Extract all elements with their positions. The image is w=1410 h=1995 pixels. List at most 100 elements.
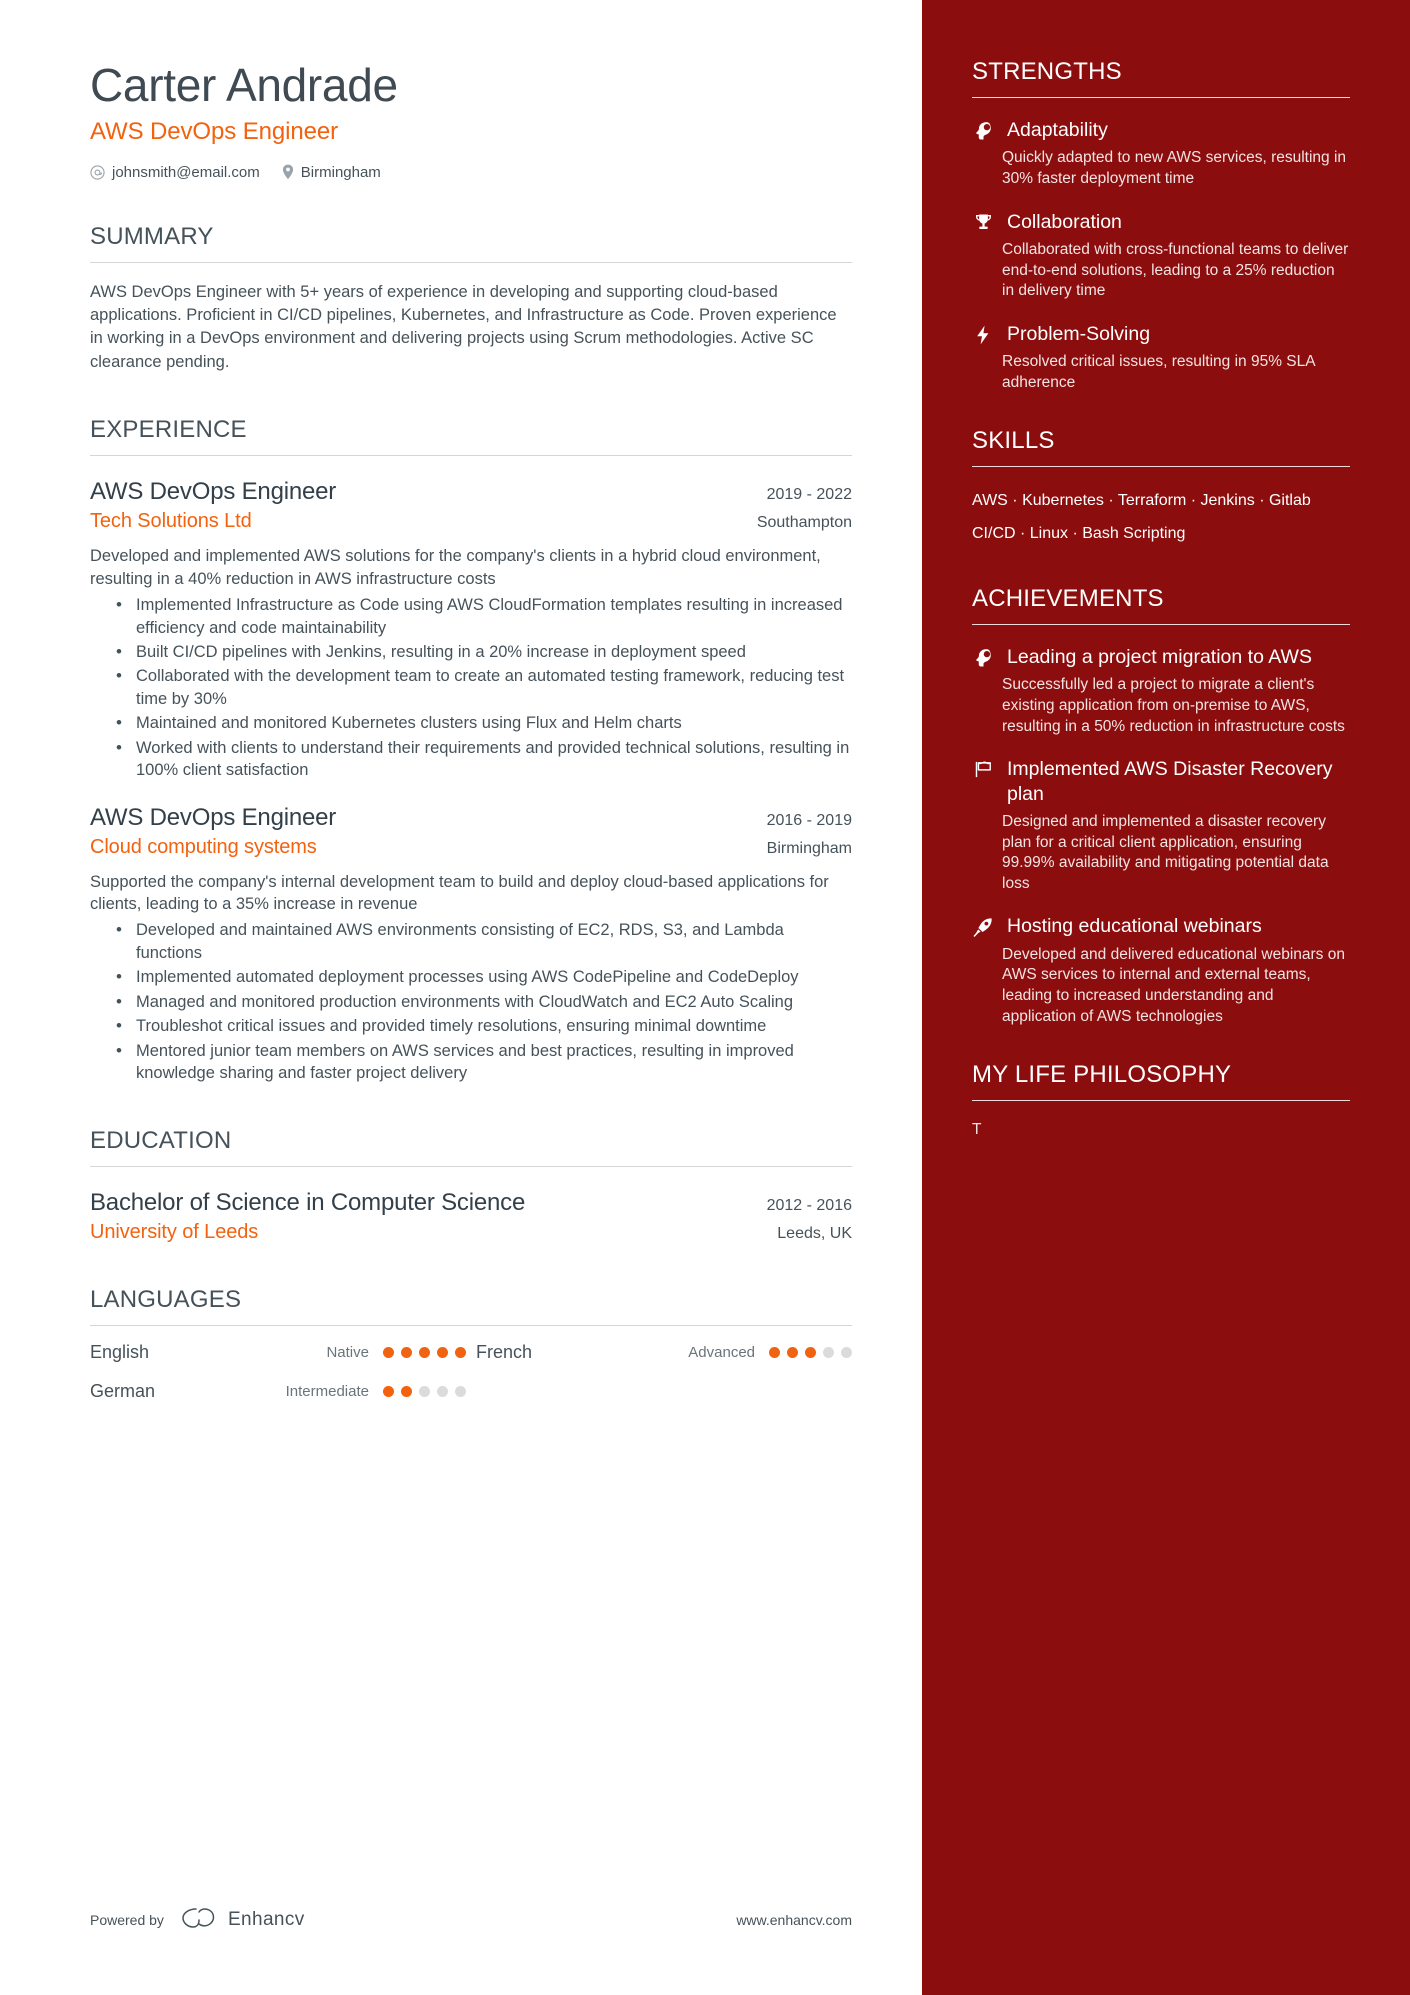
language-level: Native: [326, 1343, 369, 1361]
achievement-title: Implemented AWS Disaster Recovery plan: [1007, 758, 1333, 805]
experience-entry-sub: Tech Solutions Ltd Southampton: [90, 510, 852, 533]
strength-item-problem-solving: Problem-Solving: [972, 322, 1350, 346]
strength-item-adaptability: Adaptability: [972, 118, 1350, 142]
list-item: Developed and maintained AWS environment…: [114, 918, 852, 964]
rating-dot: [455, 1346, 466, 1358]
strength-description: Quickly adapted to new AWS services, res…: [1002, 149, 1347, 187]
education-entry: Bachelor of Science in Computer Science …: [90, 1189, 852, 1244]
enhancv-logo-icon: [180, 1906, 218, 1933]
contact-email[interactable]: johnsmith@email.com: [90, 164, 260, 181]
section-divider: [90, 261, 852, 263]
experience-entry: AWS DevOps Engineer 2016 - 2019 Cloud co…: [90, 804, 852, 1085]
education-entry-sub: University of Leeds Leeds, UK: [90, 1221, 852, 1244]
sidebar-divider: [972, 466, 1350, 468]
rating-dot: [419, 1385, 430, 1397]
language-item-german: German Intermediate: [90, 1381, 466, 1402]
section-languages: LANGUAGES English Native French Advanced…: [90, 1286, 852, 1402]
list-item: Managed and monitored production environ…: [114, 990, 852, 1014]
rating-dot: [419, 1346, 430, 1358]
achievement-item-disaster-recovery: Implemented AWS Disaster Recovery plan: [972, 757, 1350, 806]
lightbulb-head-icon: [972, 118, 994, 142]
rating-dot: [805, 1346, 816, 1358]
list-item: Implemented automated deployment process…: [114, 965, 852, 989]
map-pin-icon: [282, 164, 294, 180]
rating-dot: [841, 1346, 852, 1358]
email-at-icon: [90, 164, 105, 180]
experience-location: Southampton: [756, 514, 852, 532]
section-education: EDUCATION Bachelor of Science in Compute…: [90, 1127, 852, 1244]
experience-entry: AWS DevOps Engineer 2019 - 2022 Tech Sol…: [90, 478, 852, 781]
summary-text: AWS DevOps Engineer with 5+ years of exp…: [90, 282, 837, 371]
resume-page: Carter Andrade AWS DevOps Engineer johns…: [0, 0, 1410, 1995]
experience-job-title: AWS DevOps Engineer: [90, 478, 337, 506]
strength-body: Collaboration: [1007, 210, 1350, 234]
section-divider: [90, 455, 852, 457]
language-rating-dots: [769, 1346, 852, 1358]
rating-dot: [383, 1346, 394, 1358]
philosophy-heading: MY LIFE PHILOSOPHY: [972, 1061, 1232, 1089]
language-name: German: [90, 1380, 156, 1401]
language-rating-dots: [383, 1346, 466, 1358]
rocket-icon: [972, 914, 994, 938]
language-grid-spacer: [476, 1381, 852, 1402]
lightbulb-head-icon: [972, 645, 994, 669]
section-divider: [90, 1165, 852, 1167]
sidebar: STRENGTHS Adaptability Quickly adapted t…: [922, 0, 1410, 1995]
sidebar-divider: [972, 1100, 1350, 1102]
achievement-description: Developed and delivered educational webi…: [1002, 945, 1345, 1025]
trophy-icon: [972, 210, 994, 234]
summary-heading: SUMMARY: [90, 222, 214, 250]
experience-description: Developed and implemented AWS solutions …: [90, 547, 821, 588]
strength-title: Problem-Solving: [1007, 322, 1151, 345]
list-item: Collaborated with the development team t…: [114, 664, 852, 710]
strength-description: Resolved critical issues, resulting in 9…: [1002, 353, 1315, 391]
lightning-bolt-icon: [972, 322, 994, 346]
section-divider: [90, 1324, 852, 1326]
strength-item-collaboration: Collaboration: [972, 210, 1350, 234]
list-item: Maintained and monitored Kubernetes clus…: [114, 711, 852, 735]
sidebar-section-strengths: STRENGTHS Adaptability Quickly adapted t…: [972, 58, 1350, 393]
sidebar-section-skills: SKILLS AWS · Kubernetes · Terraform · Je…: [972, 427, 1350, 551]
contact-email-text: johnsmith@email.com: [112, 163, 260, 181]
language-rating-dots: [383, 1385, 466, 1397]
language-level: Intermediate: [285, 1382, 369, 1400]
language-name: English: [90, 1341, 150, 1362]
list-item: Worked with clients to understand their …: [114, 736, 852, 782]
contact-location: Birmingham: [282, 164, 381, 181]
achievement-body: Implemented AWS Disaster Recovery plan: [1007, 757, 1350, 806]
achievement-description: Designed and implemented a disaster reco…: [1002, 812, 1329, 892]
footer-website[interactable]: www.enhancv.com: [736, 1912, 852, 1928]
language-name: French: [476, 1341, 533, 1362]
achievement-item-migration: Leading a project migration to AWS: [972, 645, 1350, 669]
powered-by-label: Powered by: [90, 1911, 164, 1928]
experience-entry-head: AWS DevOps Engineer 2016 - 2019: [90, 804, 852, 832]
achievement-title: Hosting educational webinars: [1007, 915, 1262, 938]
experience-dates: 2016 - 2019: [766, 811, 852, 829]
experience-company: Tech Solutions Ltd: [90, 510, 252, 533]
experience-job-title: AWS DevOps Engineer: [90, 803, 337, 831]
experience-bullets: Implemented Infrastructure as Code using…: [90, 593, 852, 782]
achievement-title: Leading a project migration to AWS: [1007, 645, 1312, 668]
experience-description: Supported the company's internal develop…: [90, 872, 829, 914]
experience-bullets: Developed and maintained AWS environment…: [90, 918, 852, 1084]
skills-list: AWS · Kubernetes · Terraform · Jenkins ·…: [972, 492, 1311, 543]
sidebar-divider: [972, 623, 1350, 625]
sidebar-section-achievements: ACHIEVEMENTS Leading a project migration…: [972, 585, 1350, 1027]
sidebar-section-philosophy: MY LIFE PHILOSOPHY T: [972, 1061, 1350, 1139]
experience-company: Cloud computing systems: [90, 835, 317, 858]
education-entry-head: Bachelor of Science in Computer Science …: [90, 1189, 852, 1217]
list-item: Implemented Infrastructure as Code using…: [114, 593, 852, 639]
contact-location-text: Birmingham: [300, 163, 381, 181]
education-location: Leeds, UK: [777, 1224, 852, 1242]
achievement-description: Successfully led a project to migrate a …: [1002, 676, 1345, 735]
rating-dot: [401, 1385, 412, 1397]
list-item: Troubleshot critical issues and provided…: [114, 1014, 852, 1038]
languages-heading: LANGUAGES: [90, 1285, 242, 1313]
section-summary: SUMMARY AWS DevOps Engineer with 5+ year…: [90, 223, 852, 375]
strengths-heading: STRENGTHS: [972, 58, 1122, 85]
enhancv-brand-name: Enhancv: [227, 1908, 305, 1930]
footer: Powered by Enhancv www.enhancv.com: [90, 1906, 852, 1933]
rating-dot: [823, 1346, 834, 1358]
rating-dot: [769, 1346, 780, 1358]
language-level: Advanced: [688, 1343, 755, 1361]
